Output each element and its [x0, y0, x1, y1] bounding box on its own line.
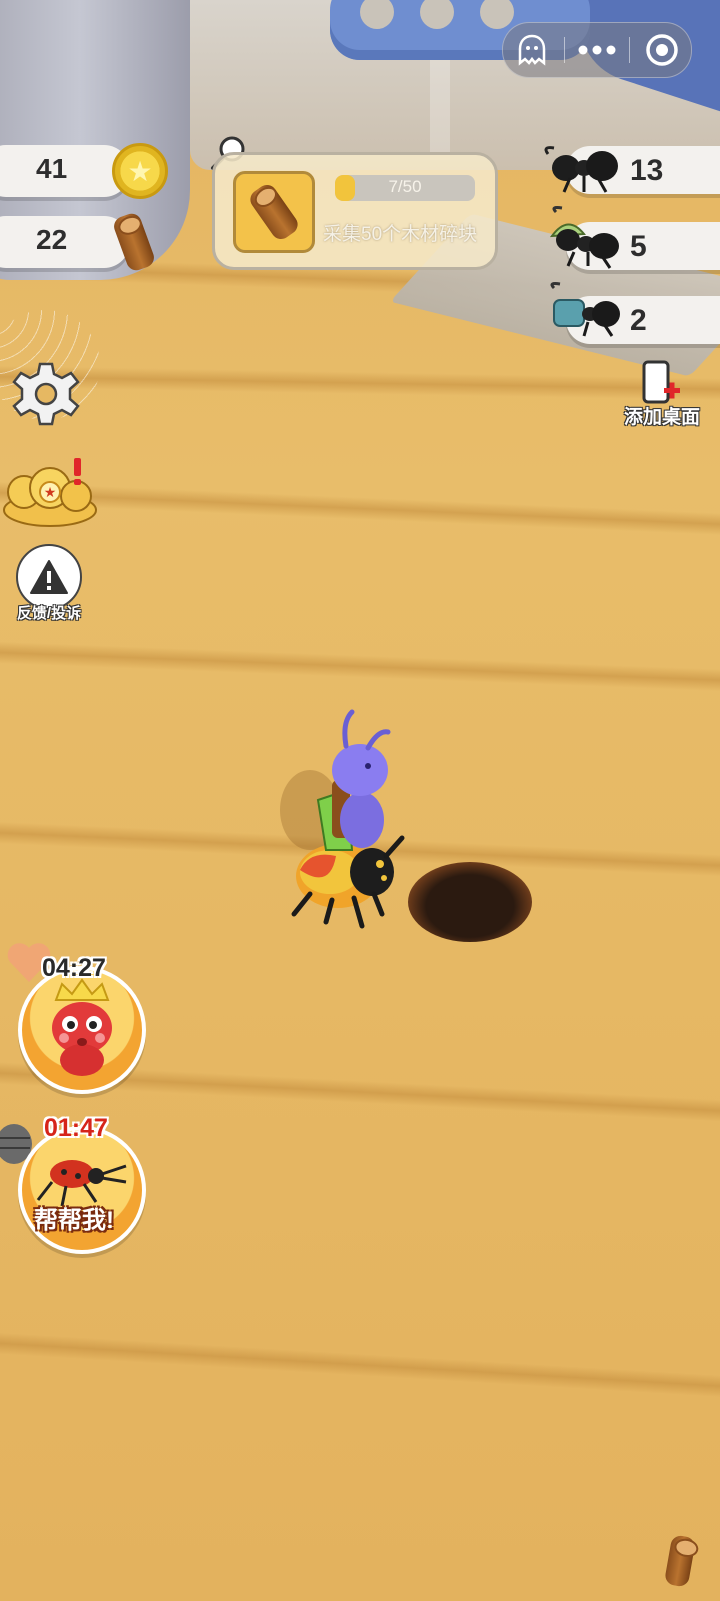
ant-nest-hole[interactable]	[408, 862, 532, 942]
svg-text:★: ★	[44, 485, 57, 501]
wood-count: 22	[36, 224, 68, 255]
coin-count: 41	[36, 153, 68, 184]
coin-icon: ★	[112, 143, 168, 199]
more-button[interactable]	[572, 30, 622, 70]
add-to-desktop-button[interactable]: 添加桌面	[612, 360, 712, 430]
carrier-ant-icon	[550, 282, 620, 337]
feedback-circle	[16, 544, 82, 610]
settings-gear-icon[interactable]	[12, 360, 80, 428]
ant-count: 2	[630, 304, 647, 337]
quest-description: 采集50个木材碎块	[323, 224, 478, 245]
wood-log-icon	[246, 181, 302, 243]
coin-counter: 41	[0, 145, 130, 197]
player-ant-riding-beetle[interactable]	[270, 700, 420, 940]
capsule-divider	[629, 37, 631, 63]
warning-icon	[30, 560, 68, 594]
corner-wood-item	[663, 1534, 697, 1588]
quest-item-thumbnail	[233, 171, 315, 253]
phone-add-icon	[642, 360, 680, 404]
queen-event-timer: 04:27	[42, 954, 106, 982]
mini-program-capsule	[502, 22, 692, 78]
help-event-timer: 01:47	[44, 1114, 108, 1142]
quest-progress-text: 7/50	[388, 177, 422, 196]
worker-ant-icon	[544, 146, 618, 193]
soldier-ant-icon	[549, 206, 619, 269]
treasure-chest-icon[interactable]: ★	[2, 452, 98, 528]
toy-hole	[420, 0, 454, 29]
toy-hole	[360, 0, 394, 29]
feedback-button[interactable]: 反馈/投诉	[14, 544, 84, 624]
more-icon	[578, 45, 616, 55]
feedback-label: 反馈/投诉	[16, 605, 82, 622]
help-me-label: 帮帮我!	[34, 1207, 114, 1234]
ant-count: 5	[630, 230, 647, 263]
capsule-divider	[563, 37, 565, 63]
quest-panel[interactable]: 7/50 采集50个木材碎块	[212, 152, 498, 270]
wood-counter: 22	[0, 216, 130, 268]
ghost-button[interactable]	[507, 30, 557, 70]
close-circle-icon	[646, 34, 679, 66]
queen-event-badge[interactable]	[18, 966, 146, 1094]
wood-log-icon	[663, 1534, 697, 1588]
quest-progress-bar: 7/50	[335, 175, 475, 201]
close-button[interactable]	[637, 30, 687, 70]
ghost-icon	[518, 34, 545, 66]
red-queen-ant-icon	[52, 978, 112, 1076]
ant-count: 13	[630, 154, 664, 187]
toy-hole	[480, 0, 514, 29]
add-to-desktop-label: 添加桌面	[623, 407, 700, 428]
